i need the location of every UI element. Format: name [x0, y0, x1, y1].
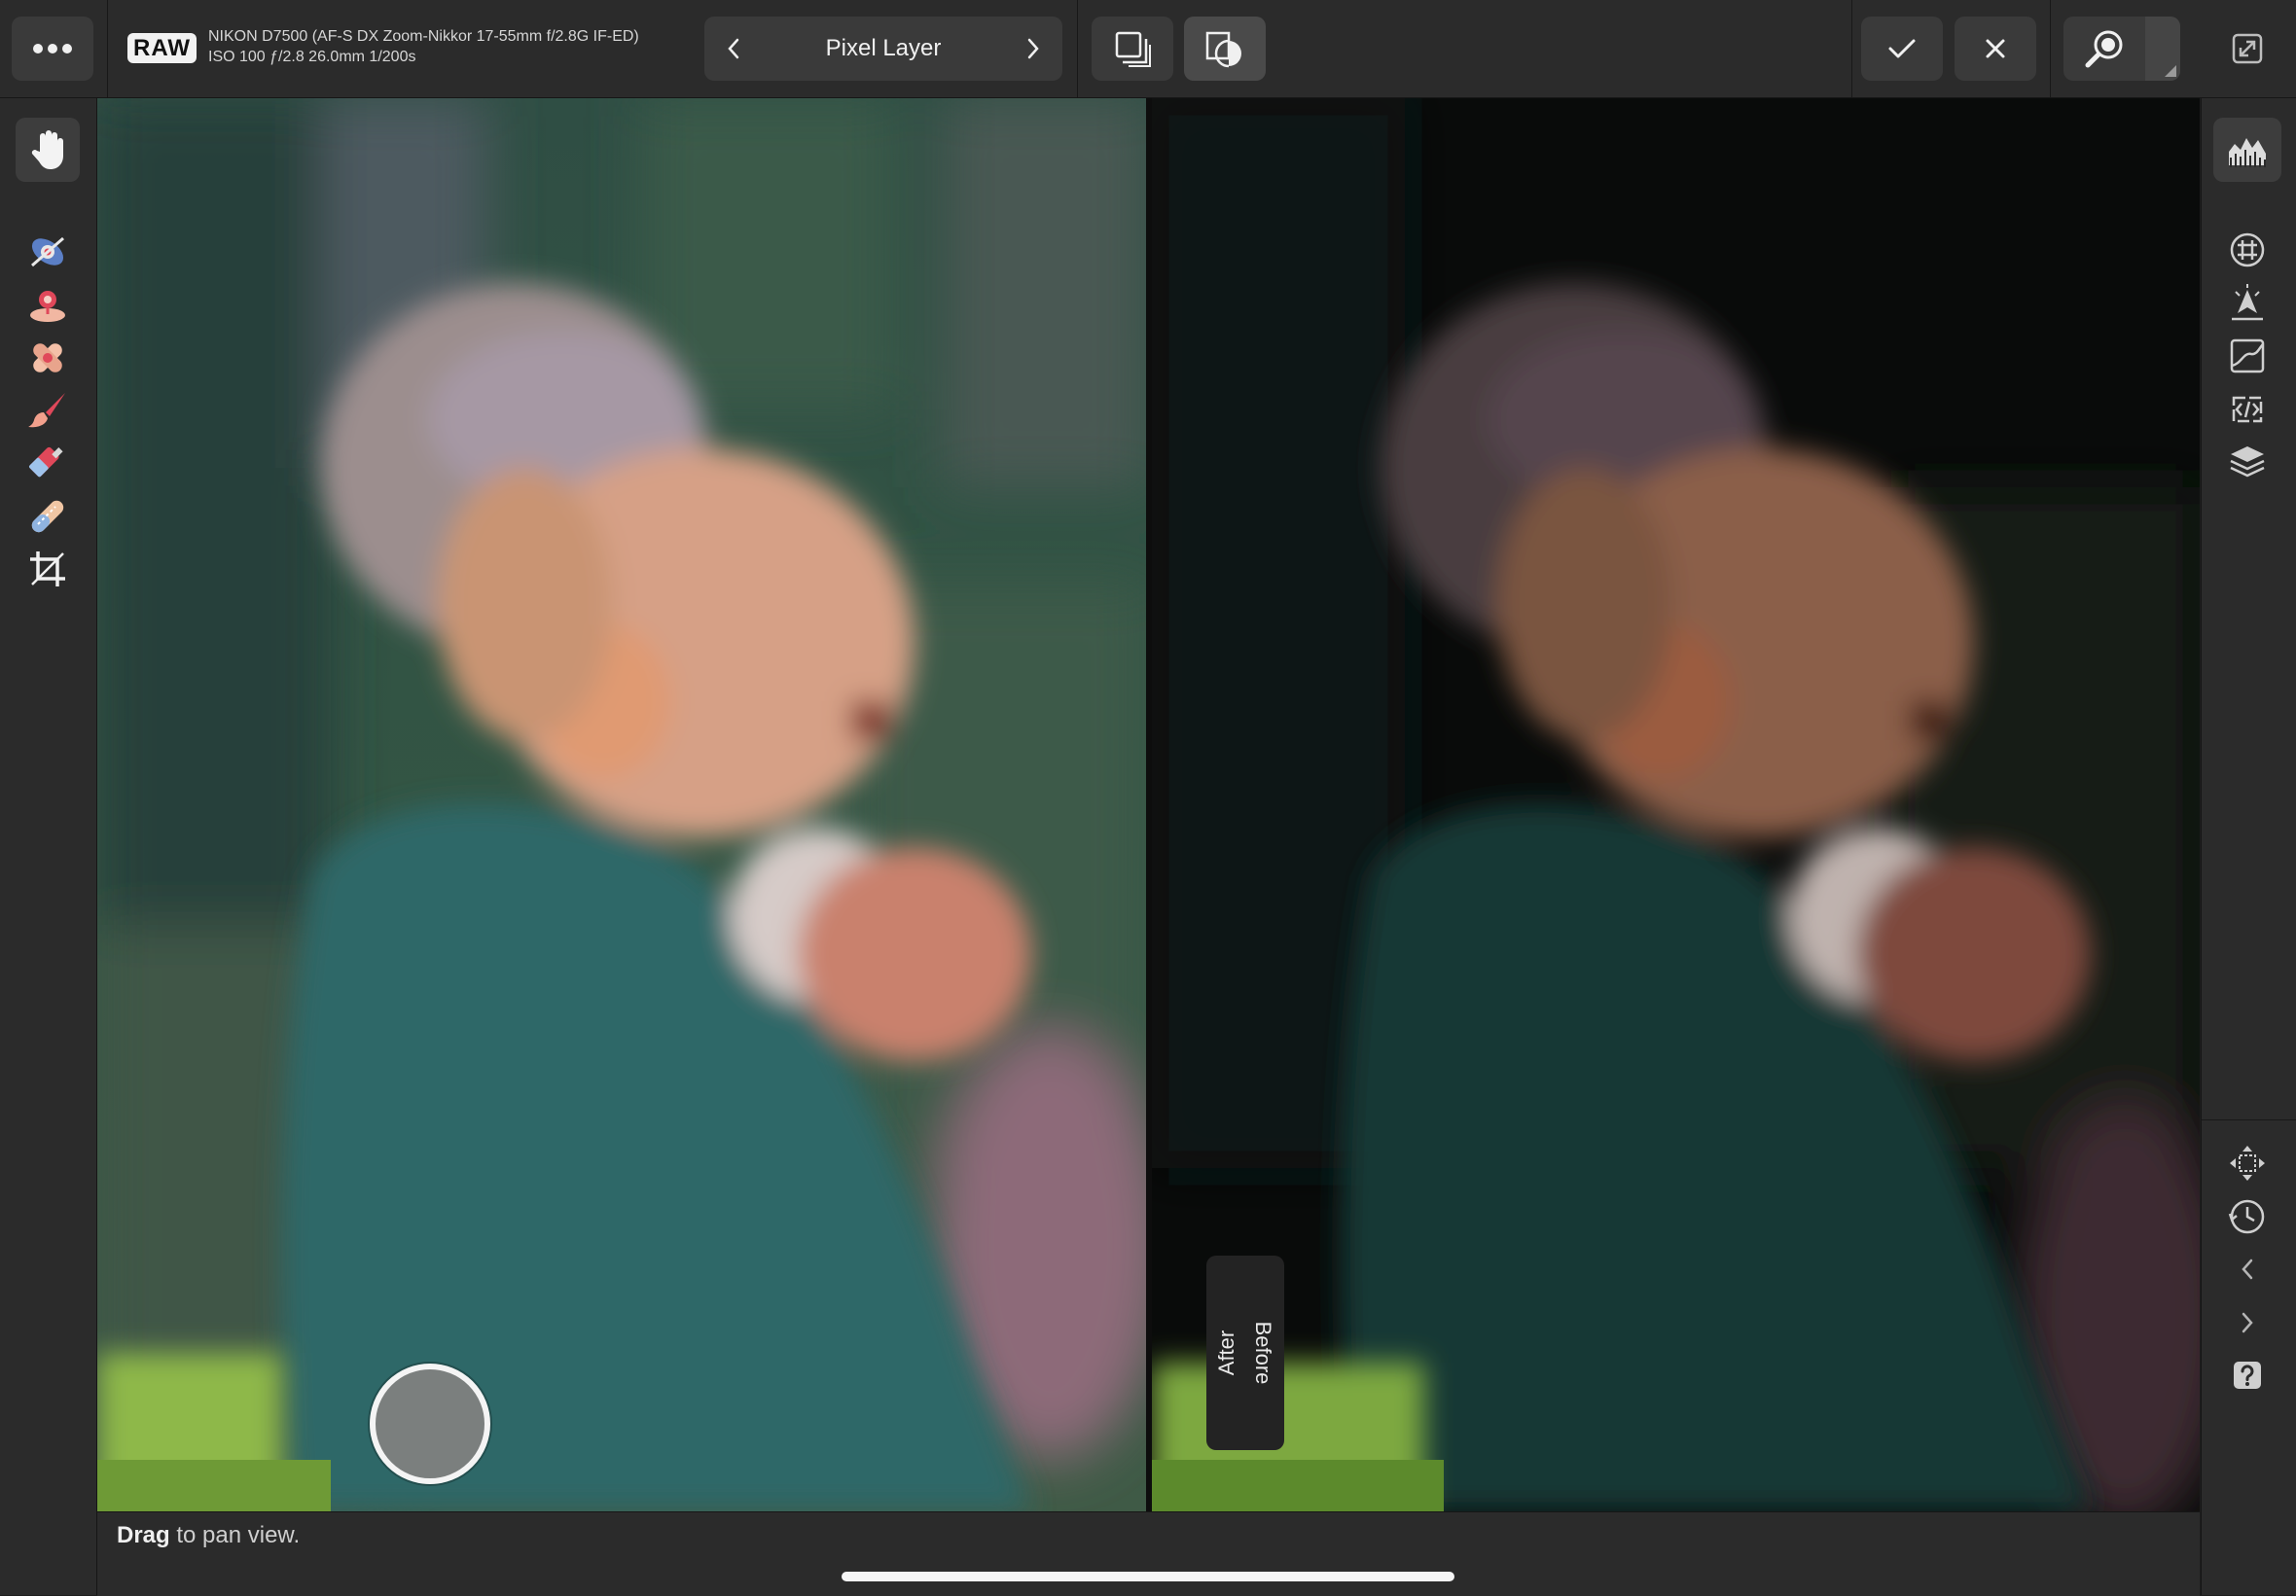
ellipsis-icon: [33, 44, 72, 53]
hand-tool[interactable]: [16, 118, 80, 182]
toolbar-divider: [1851, 0, 1852, 97]
before-after-handle[interactable]: After Before: [1206, 1256, 1284, 1450]
dropdown-corner-icon: [2165, 65, 2176, 77]
chevron-left-icon: [2242, 1259, 2253, 1280]
layers-panel[interactable]: [2213, 430, 2281, 494]
raw-badge: RAW: [127, 33, 197, 63]
chevron-right-icon: [2242, 1312, 2253, 1333]
crop-tool[interactable]: [16, 537, 80, 601]
curve-icon: [2230, 338, 2265, 373]
top-toolbar: RAW NIKON D7500 (AF-S DX Zoom-Nikkor 17-…: [0, 0, 2296, 98]
loupe-cursor[interactable]: [370, 1364, 490, 1484]
close-icon: [1986, 39, 2005, 58]
presets-icon: [2232, 284, 2263, 321]
layer-title: Pixel Layer: [825, 35, 942, 61]
brush-icon: [28, 393, 65, 428]
help-icon: [2234, 1362, 2261, 1389]
zoom-icon: [2085, 30, 2123, 68]
tools-panel: [0, 98, 97, 1595]
before-after-button[interactable]: [1184, 17, 1266, 81]
zoom-button[interactable]: [2063, 17, 2180, 81]
panel-divider: [2202, 1119, 2296, 1120]
camera-info-line2: ISO 100 ƒ/2.8 26.0mm 1/200s: [208, 49, 416, 65]
camera-info-line1: NIKON D7500 (AF-S DX Zoom-Nikkor 17-55mm…: [208, 28, 639, 45]
overlay-stack-icon: [1115, 31, 1151, 67]
layer-prev-button[interactable]: [704, 17, 763, 81]
before-after-icon: [1205, 31, 1241, 68]
eraser-icon: [29, 446, 63, 478]
toolbar-divider: [2050, 0, 2051, 97]
blemish-icon: [30, 291, 65, 322]
toolbar-divider: [1077, 0, 1078, 97]
after-view: [97, 98, 1146, 1511]
hint-action: Drag: [117, 1522, 170, 1548]
before-photo: [1152, 98, 2200, 1511]
before-view: [1152, 98, 2200, 1511]
tool-hint: Drag to pan view.: [117, 1522, 300, 1549]
after-label: After: [1214, 1330, 1238, 1376]
check-icon: [1888, 39, 1916, 58]
histogram-panel[interactable]: [2213, 118, 2281, 182]
fullscreen-icon: [2232, 33, 2263, 64]
help-button[interactable]: [2213, 1343, 2281, 1407]
layers-icon: [2230, 446, 2265, 478]
context-status-bar: Drag to pan view.: [97, 1511, 2200, 1596]
after-photo: [97, 98, 1146, 1511]
overlay-toggle-button[interactable]: [1092, 17, 1173, 81]
histogram-icon: [2229, 138, 2266, 167]
fullscreen-button[interactable]: [2218, 17, 2277, 81]
photo-canvas[interactable]: After Before: [97, 98, 2200, 1511]
before-label: Before: [1251, 1321, 1275, 1385]
layer-next-button[interactable]: [1004, 17, 1062, 81]
gradient-icon: [31, 500, 64, 533]
chevron-left-icon: [728, 38, 739, 59]
studio-panels: [2201, 98, 2296, 1595]
move-icon: [2230, 1146, 2265, 1181]
code-icon: [2232, 396, 2263, 423]
layer-selector: Pixel Layer: [704, 17, 1062, 81]
history-icon: [2228, 1199, 2265, 1234]
home-indicator[interactable]: [842, 1572, 1454, 1581]
chevron-right-icon: [1027, 38, 1039, 59]
hand-icon: [31, 130, 63, 169]
apply-button[interactable]: [1861, 17, 1943, 81]
hint-text: to pan view.: [169, 1522, 301, 1548]
toolbar-divider: [107, 0, 108, 97]
bandage-icon: [33, 343, 62, 372]
grid-icon: [2230, 232, 2265, 267]
menu-button[interactable]: [12, 17, 93, 81]
red-eye-icon: [31, 236, 64, 267]
cancel-button[interactable]: [1955, 17, 2036, 81]
crop-icon: [30, 551, 65, 586]
